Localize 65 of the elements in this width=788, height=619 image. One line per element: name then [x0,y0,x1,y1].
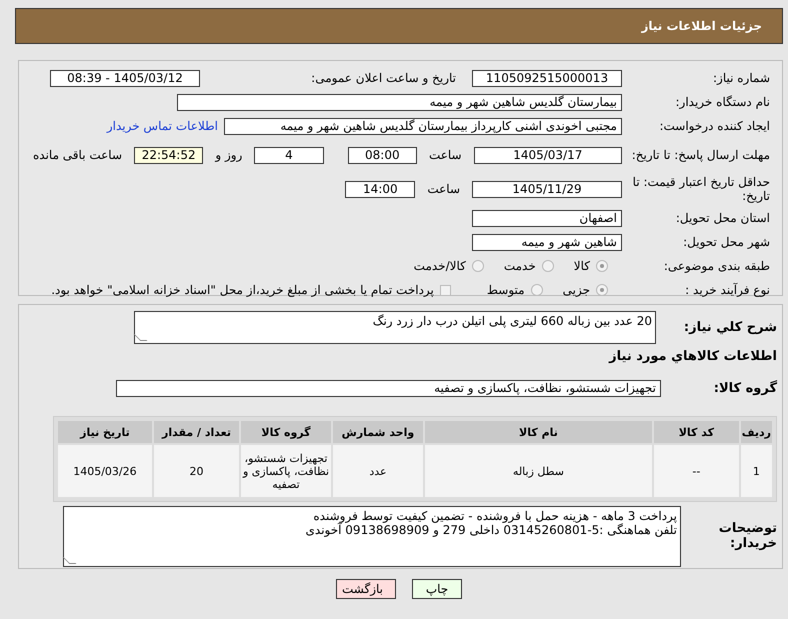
field-label: طبقه بندی موضوعی: [662,259,770,273]
province-field: اصفهان [472,210,622,226]
option-label: کالا [574,259,590,273]
field-label: ایجاد کننده درخواست: [658,119,770,133]
buyer-field: بیمارستان گلدیس شاهین شهر و میمه [177,94,622,110]
field-label: نوع فرآیند خرید : [684,283,770,297]
table-cell: سطل زباله [424,445,652,498]
resize-grip-icon [134,334,148,341]
days-field: 4 [254,146,324,164]
buyer-contact-link[interactable]: اطلاعات تماس خریدار [106,119,218,133]
field-label: حداقل تاریخ اعتبار قیمت: تا تاریخ: [632,175,770,203]
validity-date-field: 1405/11/29 [472,180,622,198]
option-label: پرداخت تمام یا بخشی از مبلغ خرید،از محل "اسناد خزانه اسلامی" خواهد بود. [51,283,434,297]
field-label: شرح کلي نياز: [682,320,777,335]
field-label: ساعت باقی مانده [32,148,122,162]
remaining-time-field: 22:54:52 [134,146,204,164]
table-cell: تجهیزات شستشو، نظافت، پاکسازی و تصفیه [241,445,331,498]
field-label: توضیحات خریدار: [718,521,777,552]
announce-date-field: 1405/03/12 - 08:39 [50,70,200,86]
field-label: ساعت [428,148,462,162]
radio-button[interactable] [472,260,484,272]
table-cell: 1 [740,445,772,498]
option-label: کالا/خدمت [414,259,466,273]
deadline-date-field: 1405/03/17 [474,146,622,164]
column-header: گروه کالا [241,421,331,444]
action-button[interactable]: چاپ [412,579,462,599]
field-label: استان محل تحویل: [674,211,770,225]
option-label: جزیی [562,283,590,297]
radio-button[interactable] [596,284,608,296]
section-heading: اطلاعات كالاهاي مورد نياز [608,349,777,364]
field-label: تاریخ و ساعت اعلان عمومی: [310,71,456,85]
column-header: تاریخ نیاز [58,421,152,444]
column-header: نام کالا [424,421,652,444]
table-cell: 1405/03/26 [58,445,152,498]
field-label: گروه کالا: [712,380,777,396]
city-field: شاهین شهر و میمه [472,234,622,250]
table-cell: -- [654,445,739,498]
column-header: ردیف [740,421,772,444]
field-label: شهر محل تحویل: [682,235,770,249]
need-number-field: 1105092515000013 [472,70,622,86]
buyer-notes-field: پرداخت 3 ماهه - هزینه حمل با فروشنده - تضمین کیفیت توسط فروشنده تلفن هماهنگی :5-03145260801 داخلی 279 و 09138698909 آخوندی [63,506,681,567]
validity-time-field: 14:00 [345,180,416,198]
checkbox[interactable] [440,284,451,296]
field-label: مهلت ارسال پاسخ: تا تاریخ: [630,148,770,162]
creator-field: مجتبی اخوندی اشنی کارپرداز بیمارستان گلدیس شاهین شهر و میمه [224,118,622,134]
option-label: متوسط [486,283,525,297]
description-field: 20 عدد بین زباله 660 لیتری پلی اتیلن درب دار زرد رنگ [134,310,656,344]
page-title: جزئیات اطلاعات نیاز [641,19,762,33]
option-label: خدمت [504,259,536,273]
field-label: نام دستگاه خریدار: [674,95,770,109]
radio-button[interactable] [542,260,554,272]
field-label: شماره نیاز: [712,71,770,85]
field-label: روز و [215,148,242,162]
goods-group-field: تجهیزات شستشو، نظافت، پاکسازی و تصفیه [116,380,661,397]
column-header: تعداد / مقدار [154,421,240,444]
resize-grip-icon [62,556,76,564]
field-label: ساعت [427,182,460,196]
column-header: واحد شمارش [332,421,423,444]
column-header: کد کالا [654,421,739,444]
table-cell: عدد [332,445,423,498]
table-cell: 20 [154,445,240,498]
action-button[interactable]: بازگشت [336,579,396,599]
radio-button[interactable] [530,284,543,296]
deadline-time-field: 08:00 [348,146,417,164]
radio-button[interactable] [596,260,608,272]
